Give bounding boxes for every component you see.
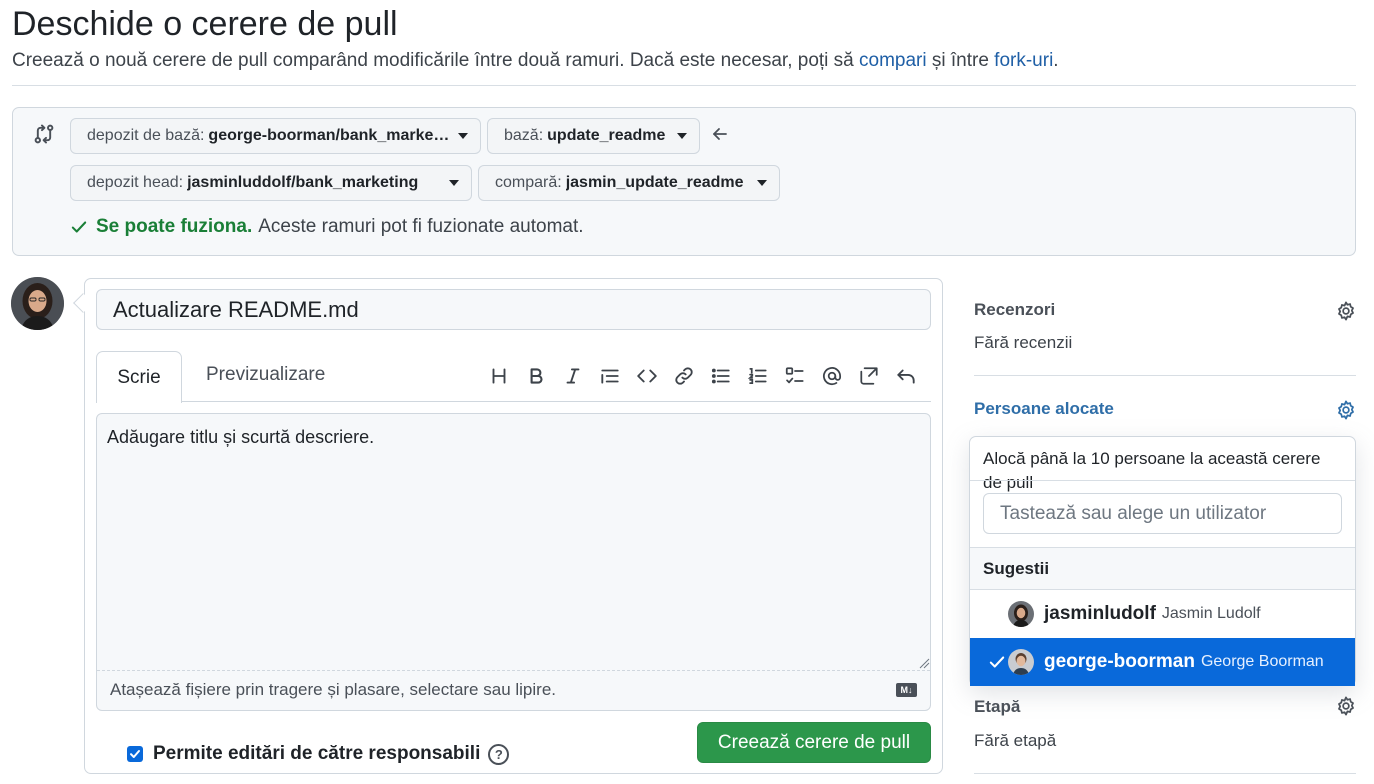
reviewers-heading[interactable]: Recenzori — [974, 300, 1055, 320]
page-title: Deschide o cerere de pull — [12, 5, 398, 43]
heading-icon[interactable] — [480, 362, 517, 390]
checkmark-icon — [130, 750, 140, 758]
allow-edits-option[interactable]: Permite editări de către responsabili ? — [127, 743, 510, 765]
check-icon — [989, 656, 1005, 668]
resize-grip-icon[interactable] — [918, 657, 930, 669]
assignee-login: george-boorman — [1044, 651, 1195, 672]
head-repository-select[interactable]: depozit head: jasminluddolf/bank_marketi… — [70, 165, 472, 201]
numbered-list-icon[interactable] — [739, 362, 776, 390]
reviewers-value: Fără recenzii — [974, 333, 1073, 352]
attach-divider — [97, 670, 930, 671]
help-icon[interactable]: ? — [488, 743, 510, 765]
compare-branch-select[interactable]: compară: jasmin_update_readme — [478, 165, 780, 201]
bulleted-list-icon[interactable] — [702, 362, 739, 390]
assignee-filter-input[interactable]: Tastează sau alege un utilizator — [983, 493, 1342, 534]
base-branch-select[interactable]: bază: update_readme — [487, 118, 700, 154]
link-icon[interactable] — [665, 362, 702, 390]
gear-icon[interactable] — [1335, 399, 1357, 421]
sidebar-divider — [974, 773, 1356, 774]
merge-status: Se poate fuziona. Aceste ramuri pot fi f… — [70, 216, 584, 238]
assignee-login: jasminludolf — [1044, 603, 1156, 624]
markdown-toolbar — [480, 362, 924, 390]
subtitle-text: Creează o nouă cerere de pull comparând … — [12, 50, 860, 71]
base-repository-select[interactable]: depozit de bază: george-boorman/bank_mar… — [70, 118, 481, 154]
assignee-option-jasminludolf[interactable]: jasminludolf Jasmin Ludolf — [970, 590, 1355, 638]
git-compare-icon — [34, 124, 54, 144]
compare-branch-prefix: compară: — [495, 174, 562, 191]
merge-status-ok: Se poate fuziona. — [96, 216, 253, 237]
gear-icon[interactable] — [1335, 300, 1357, 322]
subtitle-text-middle: și între — [926, 50, 995, 71]
assignee-name: George Boorman — [1200, 653, 1324, 670]
compare-branch-value: jasmin_update_readme — [565, 174, 744, 191]
dropdown-divider — [970, 480, 1355, 481]
base-repository-prefix: depozit de bază: — [87, 127, 205, 144]
sidebar-divider — [974, 375, 1356, 376]
base-repository-value: george-boorman/bank_marketing — [208, 127, 450, 144]
markdown-icon[interactable]: M↓ — [896, 683, 917, 697]
tab-preview[interactable]: Previzualizare — [206, 364, 325, 386]
tab-bar-divider — [96, 401, 931, 402]
create-pull-request-button[interactable]: Creează cerere de pull — [697, 722, 931, 763]
merge-status-text: Aceste ramuri pot fi fuzionate automat. — [258, 216, 584, 237]
assignee-option-george-boorman[interactable]: george-boorman George Boorman — [970, 638, 1355, 686]
italic-icon[interactable] — [554, 362, 591, 390]
attach-files-hint[interactable]: Atașează fișiere prin tragere și plasare… — [110, 680, 556, 700]
gear-icon[interactable] — [1335, 695, 1357, 717]
bold-icon[interactable] — [517, 362, 554, 390]
assignee-dropdown-header: Alocă până la 10 persoane la această cer… — [983, 449, 1321, 492]
allow-edits-label: Permite editări de către responsabili — [153, 743, 481, 764]
page-subtitle: Creează o nouă cerere de pull comparând … — [12, 48, 1059, 74]
check-icon — [71, 221, 87, 233]
suggestions-heading: Sugestii — [970, 547, 1355, 590]
caret-down-icon — [677, 133, 687, 139]
arrow-left-icon — [713, 128, 727, 140]
assignees-heading[interactable]: Persoane alocate — [974, 399, 1114, 419]
pr-title-input[interactable]: Actualizare README.md — [96, 289, 931, 330]
pr-body-text: Adăugare titlu și scurtă descriere. — [107, 427, 375, 447]
avatar — [1008, 649, 1034, 675]
milestone-heading[interactable]: Etapă — [974, 697, 1020, 717]
milestone-value: Fără etapă — [974, 731, 1057, 750]
header-divider — [12, 85, 1356, 86]
caret-down-icon — [449, 180, 459, 186]
avatar — [11, 277, 64, 330]
assignee-name: Jasmin Ludolf — [1161, 605, 1261, 622]
tab-write[interactable]: Scrie — [96, 351, 182, 403]
subtitle-text-end: . — [1053, 50, 1059, 71]
reference-icon[interactable] — [850, 362, 887, 390]
base-branch-value: update_readme — [547, 127, 666, 144]
caret-down-icon — [458, 133, 468, 139]
caret-down-icon — [757, 180, 767, 186]
code-icon[interactable] — [628, 362, 665, 390]
quote-icon[interactable] — [591, 362, 628, 390]
head-repository-value: jasminluddolf/bank_marketing — [187, 174, 419, 191]
mention-icon[interactable] — [813, 362, 850, 390]
undo-icon[interactable] — [887, 362, 924, 390]
allow-edits-checkbox[interactable] — [127, 746, 143, 762]
forks-link[interactable]: fork-uri — [994, 50, 1053, 71]
base-branch-prefix: bază: — [504, 127, 544, 144]
pr-body-textarea[interactable] — [96, 413, 931, 711]
task-list-icon[interactable] — [776, 362, 813, 390]
compare-link[interactable]: compari — [859, 50, 927, 71]
head-repository-prefix: depozit head: — [87, 174, 184, 191]
avatar — [1008, 601, 1034, 627]
